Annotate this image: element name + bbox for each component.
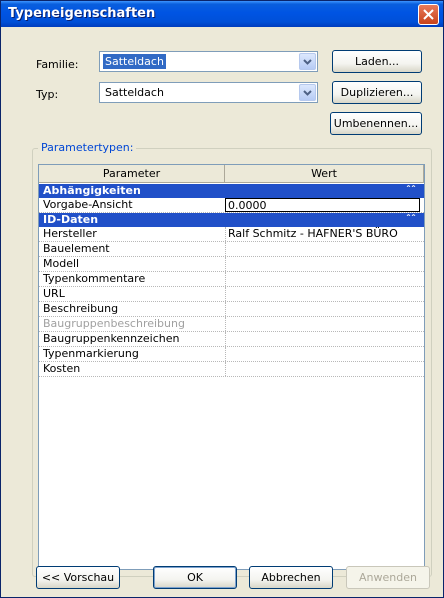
param-value[interactable] — [225, 332, 420, 346]
param-name: Baugruppenbeschreibung — [43, 317, 185, 330]
param-name: Vorgabe-Ansicht — [43, 198, 133, 211]
param-value — [225, 317, 420, 331]
table-row[interactable]: Baugruppenbeschreibung — [39, 317, 424, 332]
param-name: Baugruppenkennzeichen — [43, 332, 180, 345]
rename-button[interactable]: Umbenennen... — [330, 112, 422, 135]
section-header-abhaengigkeiten[interactable]: Abhängigkeiten ˆˆ — [39, 184, 424, 198]
chevron-down-icon — [303, 90, 312, 96]
table-row[interactable]: Beschreibung — [39, 302, 424, 317]
table-row[interactable]: URL — [39, 287, 424, 302]
dialog-title: Typeneigenschaften — [8, 6, 156, 21]
familie-dropdown[interactable]: Satteldach — [99, 51, 318, 72]
param-value[interactable] — [225, 362, 420, 376]
value-input[interactable]: 0.0000 — [225, 198, 420, 212]
param-value[interactable] — [225, 287, 420, 301]
typ-label: Typ: — [36, 88, 59, 101]
typ-dropdown[interactable]: Satteldach — [99, 82, 318, 103]
section-title: ID-Daten — [43, 213, 99, 226]
duplicate-button[interactable]: Duplizieren... — [332, 81, 422, 104]
title-bar[interactable]: Typeneigenschaften — [1, 1, 443, 27]
table-row[interactable]: Kosten — [39, 362, 424, 377]
param-name: Kosten — [43, 362, 81, 375]
chevron-down-icon — [303, 59, 312, 65]
table-row[interactable]: Typenkommentare — [39, 272, 424, 287]
table-row[interactable]: Modell — [39, 257, 424, 272]
apply-button: Anwenden — [346, 566, 430, 589]
param-name: Bauelement — [43, 242, 110, 255]
table-row[interactable]: Hersteller Ralf Schmitz - HAFNER'S BÜRO — [39, 227, 424, 242]
param-name: Hersteller — [43, 227, 97, 240]
section-header-id-daten[interactable]: ID-Daten ˆˆ — [39, 213, 424, 227]
param-name: Modell — [43, 257, 80, 270]
close-icon — [423, 9, 434, 20]
param-name: Typenmarkierung — [43, 347, 139, 360]
double-chevron-up-icon[interactable]: ˆˆ — [406, 213, 416, 227]
familie-value: Satteldach — [103, 54, 166, 69]
familie-dropdown-arrow[interactable] — [299, 53, 316, 70]
param-name: URL — [43, 287, 65, 300]
param-value[interactable] — [225, 347, 420, 361]
column-header-wert[interactable]: Wert — [225, 165, 424, 183]
table-row[interactable]: Bauelement — [39, 242, 424, 257]
parameter-types-label: Parametertypen: — [38, 141, 137, 154]
table-row[interactable]: Baugruppenkennzeichen — [39, 332, 424, 347]
typ-value: Satteldach — [105, 86, 164, 99]
param-value[interactable]: Ralf Schmitz - HAFNER'S BÜRO — [225, 227, 420, 241]
section-title: Abhängigkeiten — [43, 184, 141, 197]
ok-button[interactable]: OK — [153, 566, 237, 589]
param-value[interactable] — [225, 242, 420, 256]
type-properties-dialog: Typeneigenschaften Familie: Satteldach L… — [0, 0, 444, 598]
familie-label: Familie: — [36, 58, 79, 71]
parameter-grid[interactable]: Parameter Wert Abhängigkeiten ˆˆ Vorgabe… — [38, 164, 425, 570]
param-value[interactable] — [225, 257, 420, 271]
table-row[interactable]: Vorgabe-Ansicht 0.0000 — [39, 198, 424, 213]
param-name: Typenkommentare — [43, 272, 146, 285]
close-button[interactable] — [418, 4, 439, 25]
load-button[interactable]: Laden... — [332, 50, 422, 73]
typ-dropdown-arrow[interactable] — [299, 84, 316, 101]
double-chevron-up-icon[interactable]: ˆˆ — [406, 184, 416, 198]
cancel-button[interactable]: Abbrechen — [249, 566, 333, 589]
preview-button[interactable]: << Vorschau — [36, 566, 120, 589]
param-value[interactable] — [225, 302, 420, 316]
column-header-parameter[interactable]: Parameter — [39, 165, 225, 183]
table-row[interactable]: Typenmarkierung — [39, 347, 424, 362]
param-value[interactable] — [225, 272, 420, 286]
param-name: Beschreibung — [43, 302, 119, 315]
